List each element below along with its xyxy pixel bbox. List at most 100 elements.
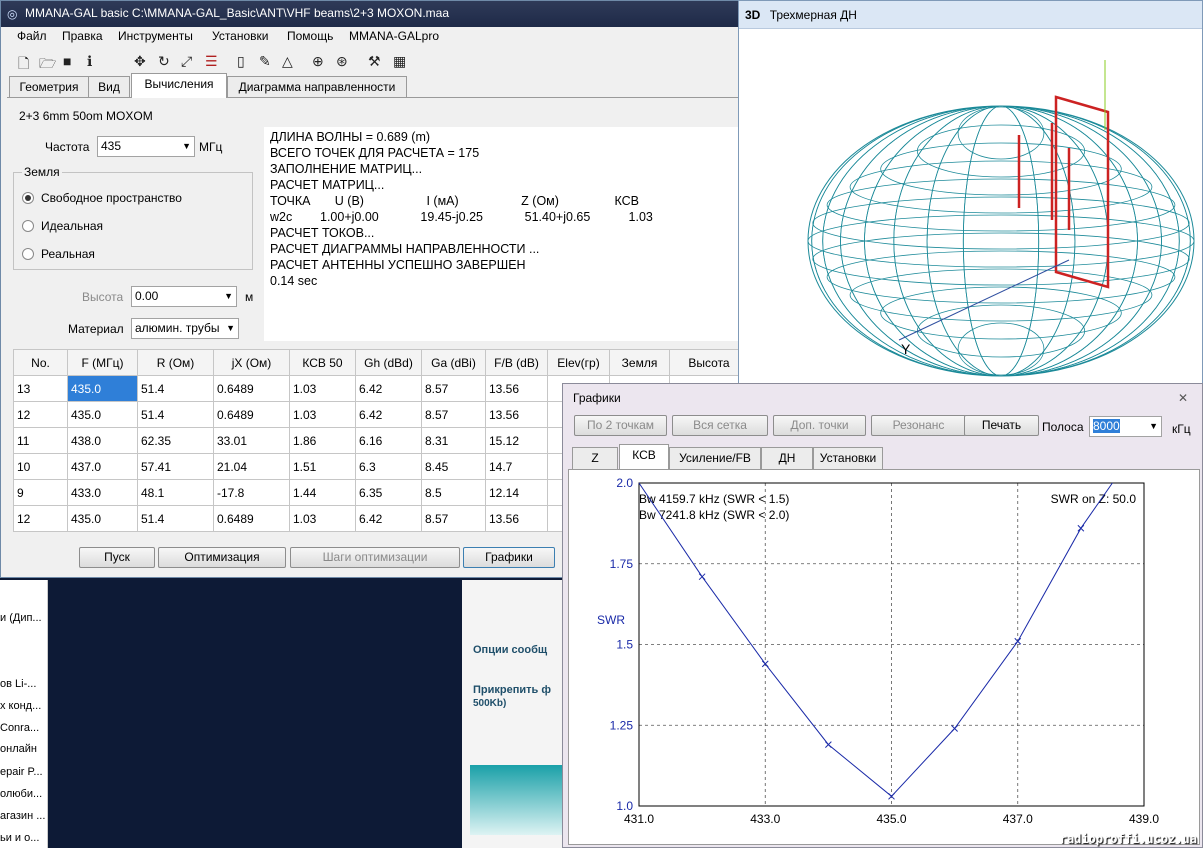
y-tick-label: 1.25 bbox=[610, 718, 634, 732]
open-icon[interactable]: 🗁 bbox=[39, 53, 56, 77]
3d-icon: 3D bbox=[745, 8, 761, 22]
main-titlebar[interactable]: ◎ MMANA-GAL basic C:\MMANA-GAL_Basic\ANT… bbox=[1, 1, 739, 27]
list-item[interactable]: epair P... bbox=[0, 766, 43, 778]
chevron-down-icon[interactable]: ▼ bbox=[1149, 417, 1158, 436]
col-fb[interactable]: F/B (dB) bbox=[485, 349, 548, 376]
radio-real-label[interactable]: Реальная bbox=[41, 247, 95, 261]
list-item[interactable]: х конд... bbox=[0, 700, 41, 712]
annotation-swr-on-z: SWR on Z: 50.0 bbox=[1051, 492, 1137, 506]
move-icon[interactable]: ✥ bbox=[134, 53, 146, 70]
col-freq[interactable]: F (МГц) bbox=[67, 349, 138, 376]
selected-cell[interactable]: 435.0 bbox=[67, 375, 138, 402]
graphs-button[interactable]: Графики bbox=[463, 547, 555, 568]
menu-help[interactable]: Помощь bbox=[287, 29, 333, 43]
chevron-down-icon[interactable]: ▼ bbox=[224, 287, 233, 306]
log-line: 0.14 sec bbox=[270, 274, 318, 288]
optimize-steps-button[interactable]: Шаги оптимизации bbox=[290, 547, 460, 568]
menu-file[interactable]: Файл bbox=[17, 29, 47, 43]
wires-icon[interactable]: ☰ bbox=[205, 53, 218, 70]
col-ga[interactable]: Ga (dBi) bbox=[421, 349, 486, 376]
info-icon[interactable]: ℹ bbox=[87, 53, 92, 70]
forum-options-label: Опции сообщ bbox=[473, 644, 548, 656]
swr-line bbox=[638, 482, 1113, 797]
target2-icon[interactable]: ⊛ bbox=[336, 53, 348, 70]
doc-icon[interactable]: ▯ bbox=[237, 53, 245, 70]
tab-z[interactable]: Z bbox=[572, 447, 618, 469]
material-select[interactable]: алюмин. трубы ▼ bbox=[131, 318, 239, 339]
menu-tools[interactable]: Инструменты bbox=[118, 29, 193, 43]
list-item[interactable]: онлайн bbox=[0, 743, 37, 755]
menu-settings[interactable]: Установки bbox=[212, 29, 268, 43]
radio-free-space-label[interactable]: Свободное пространство bbox=[41, 191, 182, 205]
list-item[interactable]: и (Дип... bbox=[0, 612, 42, 624]
y-tick-label: 2.0 bbox=[616, 476, 633, 490]
y-tick-label: 1.0 bbox=[616, 799, 633, 813]
tab-view[interactable]: Вид bbox=[88, 76, 130, 98]
new-icon[interactable]: 🗋 bbox=[18, 53, 29, 77]
mesh-meridian bbox=[893, 106, 1109, 376]
radio-ideal-label[interactable]: Идеальная bbox=[41, 219, 103, 233]
calculator-icon[interactable]: ▦ bbox=[393, 53, 406, 70]
close-icon[interactable]: ✕ bbox=[1178, 384, 1188, 410]
list-item[interactable]: ов Li-... bbox=[0, 678, 36, 690]
pen-icon[interactable]: ✎ bbox=[259, 53, 271, 70]
tab-settings[interactable]: Установки bbox=[813, 447, 883, 469]
freq-input[interactable]: 435 ▼ bbox=[97, 136, 195, 157]
height-input[interactable]: 0.00 ▼ bbox=[131, 286, 237, 307]
scale-icon[interactable]: ⤢ bbox=[181, 53, 192, 70]
graphs-titlebar[interactable]: Графики ✕ bbox=[563, 384, 1202, 410]
list-item[interactable]: олюби... bbox=[0, 788, 42, 800]
main-title: MMANA-GAL basic C:\MMANA-GAL_Basic\ANT\V… bbox=[25, 6, 449, 20]
col-jx[interactable]: jX (Ом) bbox=[213, 349, 290, 376]
menu-edit[interactable]: Правка bbox=[62, 29, 103, 43]
graphs-title: Графики bbox=[573, 391, 621, 405]
col-gh[interactable]: Gh (dBd) bbox=[355, 349, 422, 376]
pattern-3d-titlebar[interactable]: 3D Трехмерная ДН bbox=[739, 1, 1202, 29]
save-icon[interactable]: ■ bbox=[63, 53, 71, 69]
chart-ticks: 431.0 433.0 435.0 437.0 439.0 2.0 1.75 1.5 1.25 1… bbox=[610, 476, 1160, 826]
band-input[interactable]: 8000 ▼ bbox=[1089, 416, 1162, 437]
swr-point-marker bbox=[1077, 524, 1085, 532]
ground-group-label: Земля bbox=[22, 165, 62, 179]
swr-chart[interactable]: 431.0 433.0 435.0 437.0 439.0 2.0 1.75 1.5 1.25 1… bbox=[569, 470, 1199, 844]
col-r[interactable]: R (Ом) bbox=[137, 349, 214, 376]
list-item[interactable]: ьи и о... bbox=[0, 832, 39, 844]
y-axis-label: Y bbox=[901, 341, 911, 357]
col-swr[interactable]: КСВ 50 bbox=[289, 349, 356, 376]
target-icon[interactable]: ⊕ bbox=[312, 53, 324, 70]
tab-geometry[interactable]: Геометрия bbox=[9, 76, 89, 98]
extra-points-button[interactable]: Доп. точки bbox=[773, 415, 866, 436]
tab-pattern[interactable]: ДН bbox=[761, 447, 813, 469]
tab-calculation[interactable]: Вычисления bbox=[131, 73, 227, 98]
mesh-parallel bbox=[916, 304, 1086, 358]
menu-pro[interactable]: MMANA-GALpro bbox=[349, 29, 439, 43]
resonance-button[interactable]: Резонанс bbox=[871, 415, 966, 436]
full-grid-button[interactable]: Вся сетка bbox=[672, 415, 768, 436]
tools-icon[interactable]: ⚒ bbox=[368, 53, 381, 70]
col-height[interactable]: Высота bbox=[669, 349, 739, 376]
chevron-down-icon[interactable]: ▼ bbox=[226, 319, 235, 338]
height-unit: м bbox=[245, 290, 254, 304]
calc-log: ДЛИНА ВОЛНЫ = 0.689 (m) ВСЕГО ТОЧЕК ДЛЯ … bbox=[264, 127, 740, 341]
col-no[interactable]: No. bbox=[13, 349, 68, 376]
mesh-meridian bbox=[811, 106, 1191, 376]
list-item[interactable]: Conra... bbox=[0, 722, 39, 734]
radio-ideal[interactable] bbox=[22, 220, 34, 232]
col-ground[interactable]: Земля bbox=[609, 349, 670, 376]
log-line: РАСЧЕТ МАТРИЦ... bbox=[270, 178, 385, 192]
tab-pattern[interactable]: Диаграмма направленности bbox=[227, 76, 407, 98]
list-item[interactable]: агазин ... bbox=[0, 810, 45, 822]
tab-gain-fb[interactable]: Усиление/FB bbox=[669, 447, 761, 469]
radio-real[interactable] bbox=[22, 248, 34, 260]
tab-swr[interactable]: КСВ bbox=[619, 444, 669, 469]
chevron-down-icon[interactable]: ▼ bbox=[182, 137, 191, 156]
rotate-icon[interactable]: ↻ bbox=[158, 53, 170, 70]
optimize-button[interactable]: Оптимизация bbox=[158, 547, 286, 568]
triangle-icon[interactable]: △ bbox=[282, 53, 293, 70]
col-elev[interactable]: Elev(гр) bbox=[547, 349, 610, 376]
radio-free-space[interactable] bbox=[22, 192, 34, 204]
two-points-button[interactable]: По 2 точкам bbox=[574, 415, 667, 436]
print-button[interactable]: Печать bbox=[964, 415, 1039, 436]
pattern-3d-canvas[interactable]: Y bbox=[739, 30, 1202, 384]
start-button[interactable]: Пуск bbox=[79, 547, 155, 568]
